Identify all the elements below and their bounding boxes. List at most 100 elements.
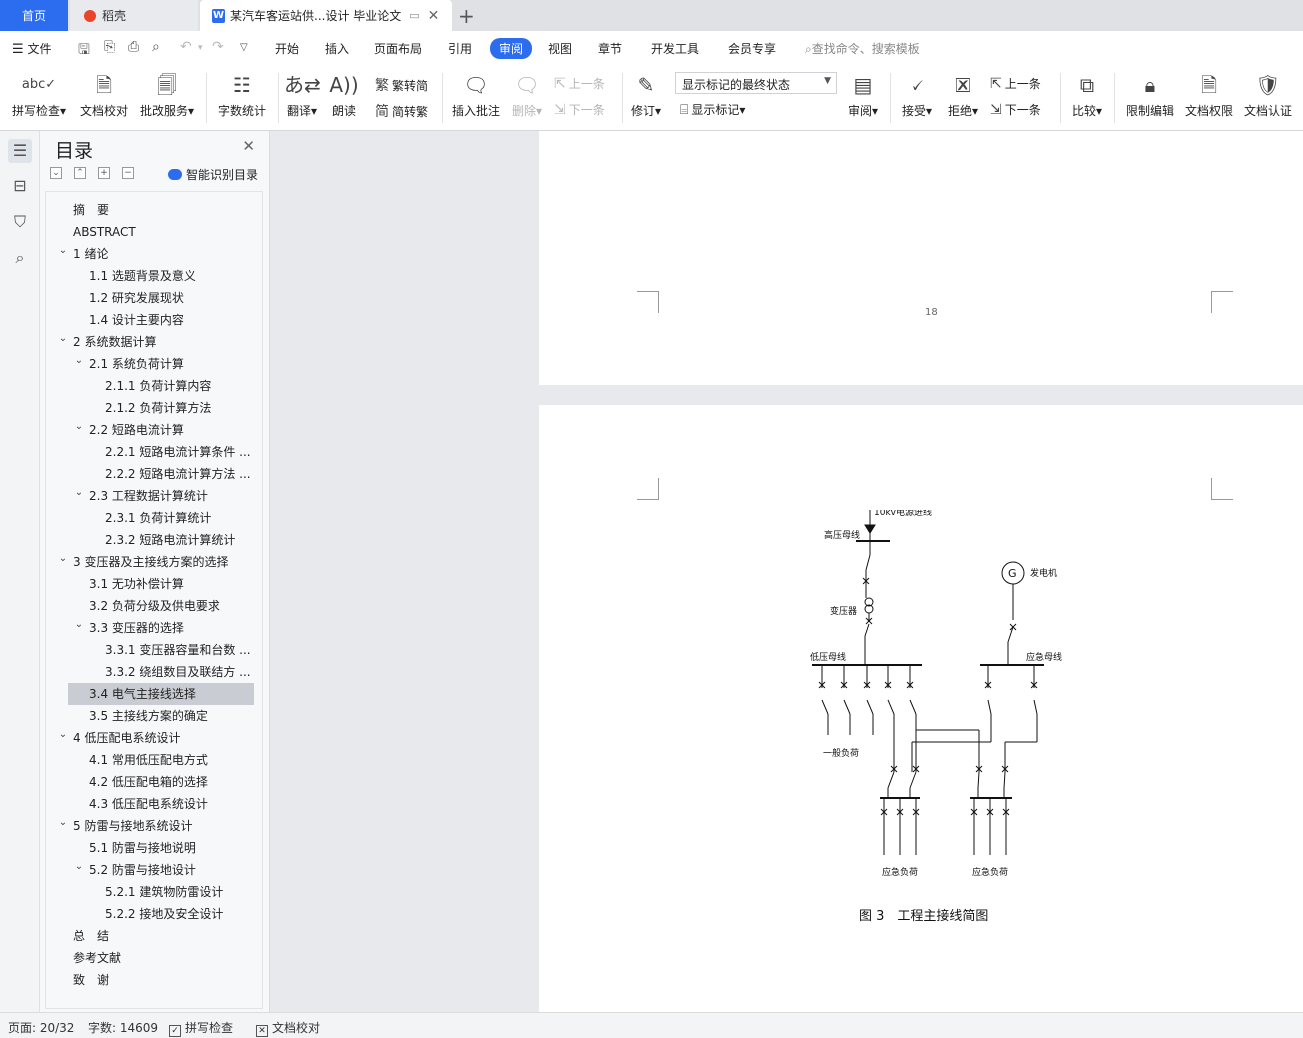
tab-daoke[interactable]: 稻壳 [70, 0, 198, 31]
toc-item[interactable]: 2.1.1 负荷计算内容 [105, 375, 252, 397]
toc-item[interactable]: 2.2.1 短路电流计算条件 ... [105, 441, 252, 463]
prev-change-button[interactable]: ⇱ 上一条 [990, 75, 1041, 92]
menu-item-chapter[interactable]: 章节 [598, 40, 622, 57]
markup-state-select[interactable]: 显示标记的最终状态 ▼ [675, 72, 837, 94]
close-icon[interactable]: ✕ [242, 137, 255, 155]
chevron-down-icon[interactable]: ⌄ [73, 350, 85, 372]
menu-item-start[interactable]: 开始 [275, 40, 299, 57]
compare-button[interactable]: ⧉ 比较▾ [1068, 71, 1106, 119]
tab-document[interactable]: W 某汽车客运站供...设计 毕业论文 ▭ ✕ [200, 0, 452, 31]
chevron-down-icon[interactable]: ⌄ [73, 482, 85, 504]
translate-button[interactable]: あ⇄ 翻译▾ [284, 71, 321, 119]
tab-window-icon[interactable]: ▭ [409, 9, 419, 22]
toc-item[interactable]: 参考文献 [73, 947, 252, 969]
toc-item[interactable]: 2 系统数据计算 [73, 331, 252, 353]
undo-dropdown-icon[interactable]: ▾ [198, 43, 203, 53]
toc-item[interactable]: 致 谢 [73, 969, 252, 991]
toc-item[interactable]: 5.1 防雷与接地说明 [89, 837, 252, 859]
print-preview-icon[interactable]: ⌕ [152, 39, 160, 55]
menu-item-review[interactable]: 审阅 [490, 38, 533, 59]
batch-service-button[interactable]: 🗐 批改服务▾ [138, 71, 196, 119]
document-canvas[interactable]: 18 10kv电源进线 高压母线 变压器 G 发电机 低压母线 应急母线 一般负… [270, 131, 1303, 1012]
review-pane-button[interactable]: ▤ 审阅▾ [846, 71, 880, 119]
chapter-nav-icon[interactable]: ⊟ [8, 174, 32, 198]
prev-comment-button[interactable]: ⇱ 上一条 [554, 75, 605, 92]
toc-item[interactable]: 2.1 系统负荷计算 [89, 353, 252, 375]
print-icon[interactable]: ⎙ [128, 39, 139, 55]
toc-item[interactable]: 3.1 无功补偿计算 [89, 573, 252, 595]
toc-item[interactable]: 4.3 低压配电系统设计 [89, 793, 252, 815]
page-indicator[interactable]: 页面: 20/32 [8, 1019, 74, 1036]
restrict-edit-button[interactable]: 🔒︎ 限制编辑 [1124, 71, 1176, 119]
doc-certify-button[interactable]: 🛡︎ 文档认证 [1242, 71, 1294, 119]
toc-item[interactable]: ABSTRACT [73, 221, 252, 243]
add-heading-icon[interactable]: + [98, 167, 110, 179]
reject-button[interactable]: 🗷 拒绝▾ [944, 71, 982, 119]
collapse-all-icon[interactable]: ⌄ [50, 167, 62, 179]
toc-item[interactable]: 2.3 工程数据计算统计 [89, 485, 252, 507]
toc-item[interactable]: 5 防雷与接地系统设计 [73, 815, 252, 837]
status-spell-check[interactable]: ✓ 拼写检查 [169, 1019, 233, 1037]
chevron-down-icon[interactable]: ⌄ [57, 812, 69, 834]
command-search[interactable]: ⌕查找命令、搜索模板 [805, 40, 920, 57]
tab-home[interactable]: 首页 [0, 0, 68, 31]
toc-item[interactable]: 3.5 主接线方案的确定 [89, 705, 252, 727]
toc-item[interactable]: 2.1.2 负荷计算方法 [105, 397, 252, 419]
customize-dropdown-icon[interactable]: ▽ [240, 42, 248, 53]
toc-item[interactable]: 1.2 研究发展现状 [89, 287, 252, 309]
menu-item-developer[interactable]: 开发工具 [651, 40, 699, 57]
insert-comment-button[interactable]: 🗨 插入批注 [450, 71, 502, 119]
menu-item-references[interactable]: 引用 [448, 40, 472, 57]
chevron-down-icon[interactable]: ⌄ [57, 724, 69, 746]
toc-item[interactable]: 4.2 低压配电箱的选择 [89, 771, 252, 793]
doc-proof-button[interactable]: 🗎 文档校对 [78, 71, 130, 119]
toc-item[interactable]: 3.3.1 变压器容量和台数 ... [105, 639, 252, 661]
toc-item[interactable]: 2.3.2 短路电流计算统计 [105, 529, 252, 551]
undo-icon[interactable]: ↶ [180, 39, 192, 55]
tab-close-icon[interactable]: ✕ [428, 8, 440, 24]
save-icon[interactable]: 🖫 [78, 39, 90, 63]
toc-item[interactable]: 5.2 防雷与接地设计 [89, 859, 252, 881]
delete-comment-button[interactable]: 🗨 删除▾ [510, 71, 544, 119]
toc-item[interactable]: 摘 要 [73, 199, 252, 221]
toc-item[interactable]: 1.4 设计主要内容 [89, 309, 252, 331]
read-aloud-button[interactable]: A)) 朗读 [328, 71, 360, 119]
menu-item-insert[interactable]: 插入 [325, 40, 349, 57]
expand-up-icon[interactable]: ⌃ [74, 167, 86, 179]
toc-item[interactable]: 总 结 [73, 925, 252, 947]
toc-item[interactable]: 3.2 负荷分级及供电要求 [89, 595, 252, 617]
smart-toc-button[interactable]: 智能识别目录 [168, 166, 258, 183]
menu-item-member[interactable]: 会员专享 [728, 40, 776, 57]
toc-item[interactable]: 2.3.1 负荷计算统计 [105, 507, 252, 529]
status-doc-proof[interactable]: ✕ 文档校对 [256, 1019, 320, 1037]
menu-item-layout[interactable]: 页面布局 [374, 40, 422, 57]
toc-item[interactable]: 3.3.2 绕组数目及联结方 ... [105, 661, 252, 683]
toc-item[interactable]: 3.3 变压器的选择 [89, 617, 252, 639]
chevron-down-icon[interactable]: ⌄ [57, 240, 69, 262]
chevron-down-icon[interactable]: ⌄ [73, 614, 85, 636]
toc-item[interactable]: 4 低压配电系统设计 [73, 727, 252, 749]
doc-permission-button[interactable]: 🗎 文档权限 [1183, 71, 1235, 119]
word-count-button[interactable]: ☷ 字数统计 [216, 71, 268, 119]
toc-item[interactable]: 1.1 选题背景及意义 [89, 265, 252, 287]
show-markup-button[interactable]: ⌸ 显示标记▾ [680, 101, 745, 118]
chevron-down-icon[interactable]: ⌄ [57, 328, 69, 350]
file-menu[interactable]: ☰ 文件 [12, 40, 52, 57]
toc-item[interactable]: 2.2 短路电流计算 [89, 419, 252, 441]
toc-item[interactable]: 2.2.2 短路电流计算方法 ... [105, 463, 252, 485]
toc-item[interactable]: 5.2.1 建筑物防雷设计 [105, 881, 252, 903]
bookmark-icon[interactable]: ⛉ [8, 210, 32, 234]
chevron-down-icon[interactable]: ⌄ [73, 416, 85, 438]
to-simplified-button[interactable]: 简简转繁 [375, 101, 428, 121]
toc-item[interactable]: 1 绪论 [73, 243, 252, 265]
word-count-indicator[interactable]: 字数: 14609 [88, 1019, 158, 1036]
toc-item[interactable]: 3.4 电气主接线选择 [68, 683, 254, 705]
remove-heading-icon[interactable]: − [122, 167, 134, 179]
to-traditional-button[interactable]: 繁繁转简 [375, 75, 428, 95]
new-tab-icon[interactable]: + [458, 4, 475, 28]
toc-item[interactable]: 3 变压器及主接线方案的选择 [73, 551, 252, 573]
chevron-down-icon[interactable]: ⌄ [57, 548, 69, 570]
next-comment-button[interactable]: ⇲ 下一条 [554, 101, 605, 118]
accept-button[interactable]: 🗸 接受▾ [898, 71, 936, 119]
export-icon[interactable]: ⎘ [104, 39, 115, 55]
